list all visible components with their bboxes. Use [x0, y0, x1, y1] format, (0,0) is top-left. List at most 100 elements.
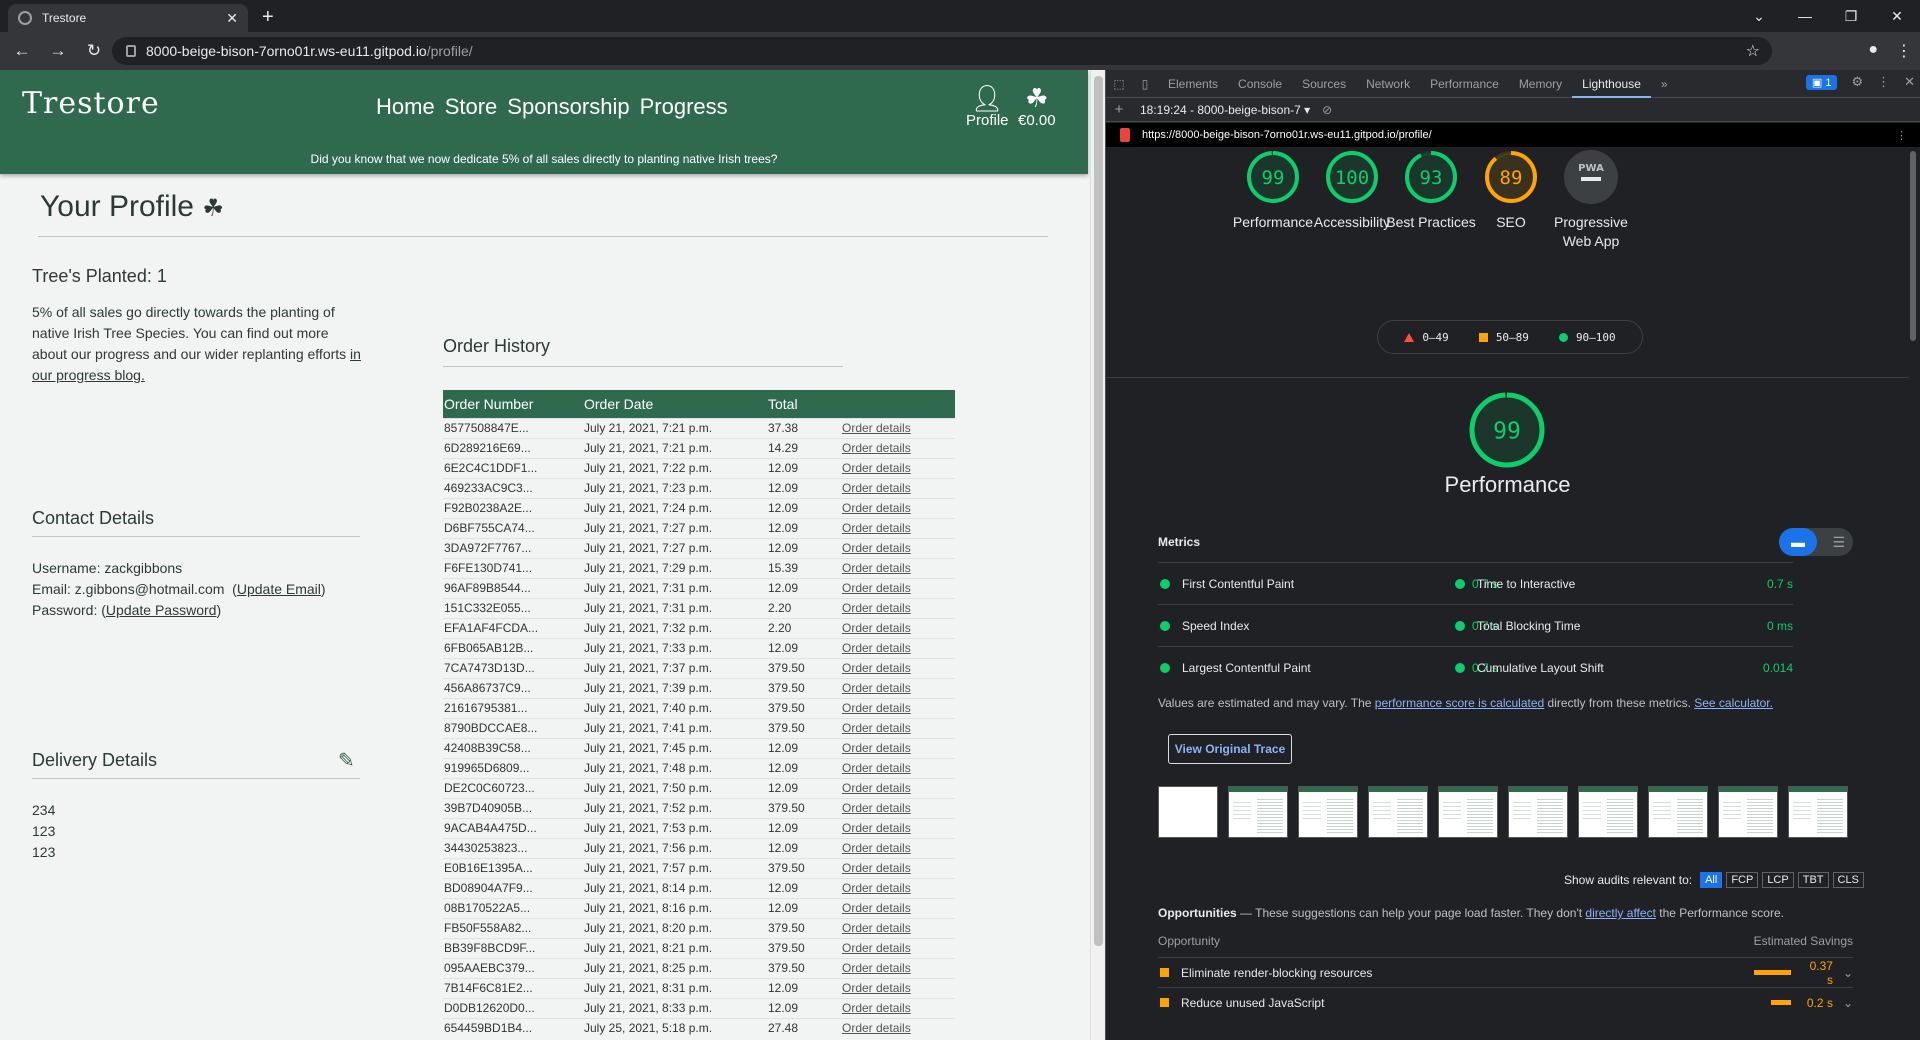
device-toolbar-icon[interactable]: ▯ [1132, 77, 1158, 91]
tab-search-icon[interactable]: ⌄ [1736, 8, 1782, 25]
tab-performance[interactable]: Performance [1420, 77, 1509, 91]
order-details-link[interactable]: Order details [842, 681, 911, 695]
order-details-link[interactable]: Order details [842, 841, 911, 855]
report-scrollbar[interactable] [1908, 147, 1920, 1040]
gauge-accessibility[interactable]: 100 Accessibility [1307, 149, 1397, 232]
edit-icon[interactable]: ✎ [338, 748, 355, 773]
order-details-link[interactable]: Order details [842, 881, 911, 895]
scrollbar-thumb[interactable] [1094, 76, 1103, 946]
inspect-icon[interactable]: ⬚ [1106, 77, 1132, 91]
order-details-link[interactable]: Order details [842, 601, 911, 615]
order-details-link[interactable]: Order details [842, 421, 911, 435]
filter-tbt[interactable]: TBT [1797, 872, 1829, 888]
back-button[interactable]: ← [8, 41, 36, 61]
nav-store[interactable]: Store [445, 94, 498, 120]
tab-console[interactable]: Console [1228, 77, 1292, 91]
settings-gear-icon[interactable]: ⚙ [1851, 74, 1863, 90]
new-tab-button[interactable]: + [262, 6, 274, 29]
devtools-menu-icon[interactable]: ⋮ [1877, 74, 1890, 90]
bookmark-star-icon[interactable]: ☆ [1746, 41, 1760, 61]
report-url[interactable]: https://8000-beige-bison-7orno01r.ws-eu1… [1142, 129, 1432, 141]
nav-progress[interactable]: Progress [640, 94, 728, 120]
close-window-button[interactable]: ✕ [1874, 8, 1920, 25]
forward-button[interactable]: → [44, 41, 72, 61]
compact-view-icon[interactable]: ▬ [1779, 528, 1817, 556]
order-details-link[interactable]: Order details [842, 981, 911, 995]
order-details-link[interactable]: Order details [842, 701, 911, 715]
restore-button[interactable]: ❐ [1828, 8, 1874, 25]
gauge-best-practices[interactable]: 93 Best Practices [1386, 149, 1476, 232]
gauge-pwa[interactable]: PWA Progressive Web App [1546, 149, 1636, 251]
browser-tab[interactable]: Trestore ✕ [8, 4, 248, 32]
report-select[interactable]: 18:19:24 - 8000-beige-bison-7 ▾ [1140, 103, 1310, 117]
order-details-link[interactable]: Order details [842, 861, 911, 875]
cart-link[interactable]: ☘ €0.00 [1018, 84, 1056, 129]
report-menu-icon[interactable]: ⋮ [1896, 129, 1907, 142]
opportunity-row[interactable]: Reduce unused JavaScript 0.2 s ⌄ [1158, 987, 1853, 1017]
order-details-link[interactable]: Order details [842, 621, 911, 635]
nav-home[interactable]: Home [376, 94, 435, 120]
report-scrollbar-thumb[interactable] [1910, 151, 1916, 341]
order-details-link[interactable]: Order details [842, 901, 911, 915]
tab-sources[interactable]: Sources [1292, 77, 1356, 91]
filter-lcp[interactable]: LCP [1762, 872, 1794, 888]
score-calculated-link[interactable]: performance score is calculated [1375, 696, 1544, 710]
close-devtools-icon[interactable]: ✕ [1904, 74, 1915, 90]
see-calculator-link[interactable]: See calculator. [1694, 696, 1773, 710]
order-details-link[interactable]: Order details [842, 641, 911, 655]
metrics-view-toggle[interactable]: ▬ ☰ [1779, 528, 1853, 556]
order-details-link[interactable]: Order details [842, 441, 911, 455]
filter-fcp[interactable]: FCP [1726, 872, 1759, 888]
site-logo[interactable]: Trestore [22, 86, 160, 121]
lock-icon[interactable] [126, 45, 136, 57]
issues-badge[interactable]: ▣ 1 [1805, 74, 1838, 90]
order-details-link[interactable]: Order details [842, 501, 911, 515]
order-details-link[interactable]: Order details [842, 761, 911, 775]
opportunity-row[interactable]: Eliminate render-blocking resources 0.37 … [1158, 957, 1853, 987]
order-details-link[interactable]: Order details [842, 741, 911, 755]
order-details-link[interactable]: Order details [842, 561, 911, 575]
filter-cls[interactable]: CLS [1832, 872, 1864, 888]
order-details-link[interactable]: Order details [842, 661, 911, 675]
filter-all[interactable]: All [1700, 872, 1723, 888]
more-tabs-icon[interactable]: » [1651, 77, 1678, 91]
order-details-link[interactable]: Order details [842, 1021, 911, 1035]
order-details-link[interactable]: Order details [842, 481, 911, 495]
order-details-link[interactable]: Order details [842, 941, 911, 955]
new-report-icon[interactable]: + [1106, 101, 1132, 118]
order-details-link[interactable]: Order details [842, 1001, 911, 1015]
close-tab-icon[interactable]: ✕ [226, 10, 238, 27]
minimize-button[interactable]: — [1782, 8, 1828, 24]
update-email-link[interactable]: Update Email [237, 581, 321, 597]
chevron-down-icon[interactable]: ⌄ [1843, 966, 1853, 980]
page-scrollbar[interactable] [1090, 70, 1105, 1040]
profile-avatar-icon[interactable]: ● [1868, 41, 1878, 61]
order-details-link[interactable]: Order details [842, 781, 911, 795]
order-details-link[interactable]: Order details [842, 801, 911, 815]
order-details-link[interactable]: Order details [842, 541, 911, 555]
tab-elements[interactable]: Elements [1158, 77, 1228, 91]
nav-sponsorship[interactable]: Sponsorship [507, 94, 629, 120]
address-bar[interactable]: 8000-beige-bison-7orno01r.ws-eu11.gitpod… [112, 37, 1772, 65]
order-details-link[interactable]: Order details [842, 921, 911, 935]
reload-button[interactable]: ↻ [80, 41, 108, 61]
directly-affect-link[interactable]: directly affect [1585, 906, 1655, 920]
clear-icon[interactable]: ⊘ [1322, 103, 1332, 117]
view-original-trace-button[interactable]: View Original Trace [1168, 734, 1292, 764]
order-details-link[interactable]: Order details [842, 721, 911, 735]
tab-network[interactable]: Network [1356, 77, 1420, 91]
profile-link[interactable]: 👤︎ Profile [966, 84, 1009, 129]
chevron-down-icon[interactable]: ⌄ [1843, 996, 1853, 1010]
gauge-seo[interactable]: 89 SEO [1466, 149, 1556, 232]
tab-lighthouse[interactable]: Lighthouse [1572, 70, 1651, 98]
gauge-performance[interactable]: 99 Performance [1228, 149, 1318, 232]
expanded-view-icon[interactable]: ☰ [1832, 528, 1845, 556]
menu-kebab-icon[interactable]: ⋮ [1896, 41, 1912, 61]
update-password-link[interactable]: Update Password [106, 602, 217, 618]
order-details-link[interactable]: Order details [842, 821, 911, 835]
tab-memory[interactable]: Memory [1509, 77, 1572, 91]
order-details-link[interactable]: Order details [842, 461, 911, 475]
order-details-link[interactable]: Order details [842, 961, 911, 975]
order-details-link[interactable]: Order details [842, 521, 911, 535]
order-details-link[interactable]: Order details [842, 581, 911, 595]
